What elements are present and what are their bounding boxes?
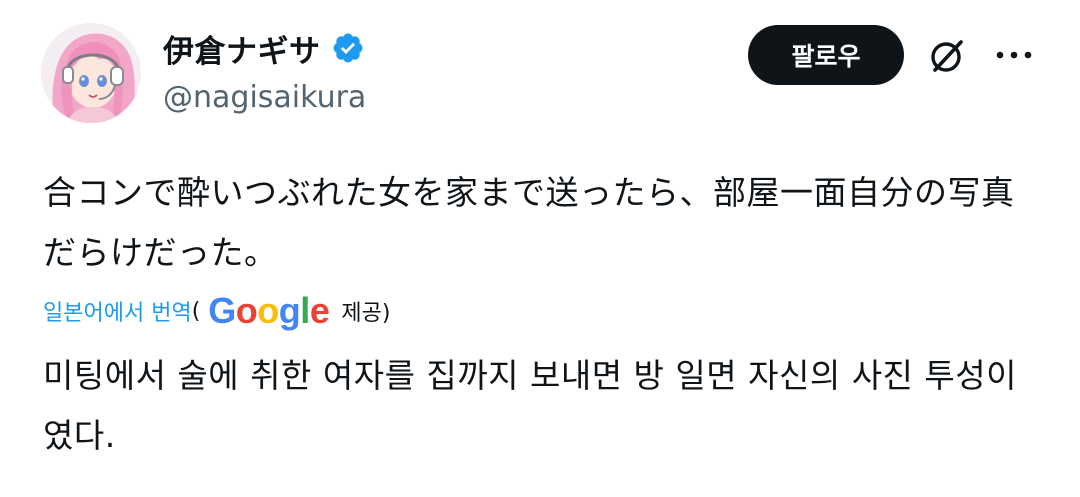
google-letter: l — [300, 290, 310, 331]
follow-button[interactable]: 팔로우 — [748, 25, 904, 85]
translated-from-link[interactable]: 일본어에서 번역 — [43, 295, 192, 327]
verified-badge-icon[interactable] — [331, 31, 365, 65]
google-logo: Google — [208, 290, 330, 331]
google-letter: g — [278, 290, 301, 331]
google-letter: G — [208, 290, 236, 331]
avatar[interactable] — [41, 23, 141, 123]
author-handle[interactable]: @nagisaikura — [163, 80, 366, 115]
tweet-card: 伊倉ナギサ @nagisaikura 팔로우 合コンで酔いつぶれた女を家まで送っ… — [0, 0, 1080, 497]
google-letter: o — [257, 290, 279, 331]
provider-suffix: 제공) — [341, 301, 391, 326]
paren-open: ( — [191, 298, 201, 324]
grok-icon[interactable] — [925, 34, 969, 78]
translation-attribution: 일본어에서 번역 ( Google 제공) — [43, 288, 390, 334]
tweet-text: 合コンで酔いつぶれた女を家まで送ったら、部屋一面自分の写真だらけだった。 — [43, 173, 1015, 272]
google-letter: e — [309, 290, 330, 331]
author-display-name[interactable]: 伊倉ナギサ — [163, 26, 321, 71]
author-name-row: 伊倉ナギサ — [163, 26, 365, 70]
avatar-image — [41, 23, 141, 123]
google-letter: o — [235, 290, 258, 331]
more-options-icon[interactable] — [993, 45, 1035, 65]
translated-text: 미팅에서 술에 취한 여자를 집까지 보내면 방 일면 자신의 사진 투성이였다… — [43, 356, 1017, 455]
